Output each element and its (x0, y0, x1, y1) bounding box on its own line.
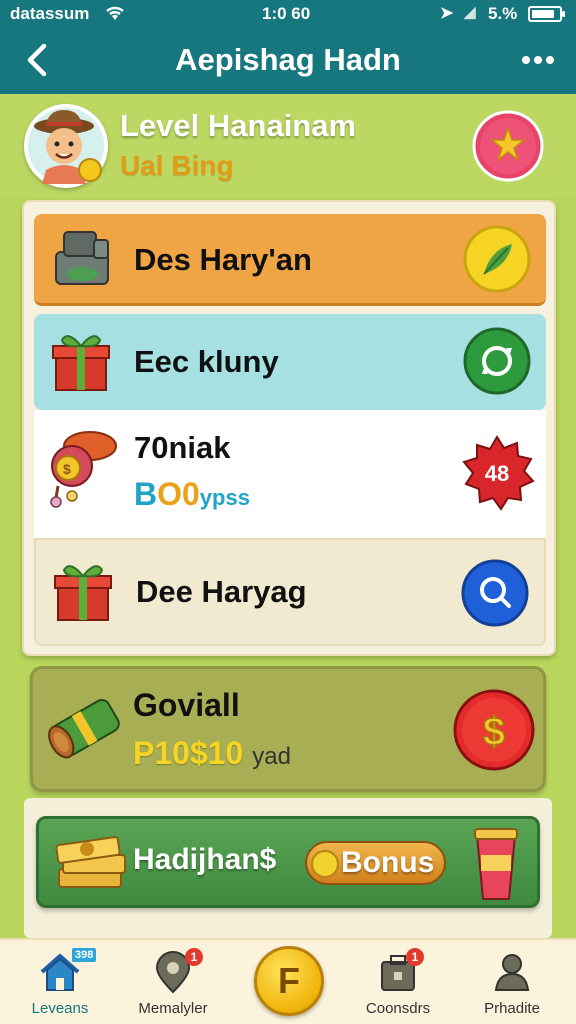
carrier-label: datassum (10, 4, 90, 23)
cash-stack-icon (53, 829, 129, 899)
cash-register-icon (48, 226, 118, 292)
tab-label: Coonsdrs (365, 1000, 431, 1017)
reward-suffix: yad (252, 743, 291, 770)
coin-icon (311, 850, 339, 878)
reward-card[interactable]: Goviall P10$10 yad $ (30, 666, 546, 792)
page-title: Aepishag Hadn (175, 42, 401, 77)
search-icon (461, 559, 529, 627)
svg-text:$: $ (63, 461, 71, 477)
level-action-button[interactable] (470, 108, 546, 184)
avatar[interactable] (24, 104, 108, 188)
row-label: Eec kluny (134, 344, 279, 379)
nav-bar: Aepishag Hadn (0, 28, 576, 94)
center-coin-button[interactable]: F (254, 946, 324, 1016)
battery-percent: 5.% (488, 4, 518, 23)
sub-letter-o: O (157, 476, 182, 512)
battery-icon (528, 6, 565, 22)
tab-label: Leveans (31, 1000, 89, 1017)
reward-value: P10$10 yad (133, 735, 291, 772)
tab-label: Prhadite (484, 1000, 540, 1017)
profile-icon (490, 950, 534, 994)
row-des-haryan[interactable]: Des Hary'an (34, 214, 546, 306)
leaf-icon (463, 225, 531, 293)
reward-amount: P10$10 (133, 735, 244, 771)
sub-suffix: ypss (199, 485, 250, 510)
more-dots-icon (522, 56, 554, 64)
gift-box-icon (48, 328, 114, 394)
explorer-avatar-icon (28, 108, 104, 184)
level-subtitle: Ual Bing (120, 150, 234, 181)
tab-leveans[interactable]: 398 Leveans (0, 940, 120, 1024)
clock: 1:0 60 (262, 4, 311, 23)
search-button[interactable] (460, 558, 530, 628)
sub-letter-b: B (134, 476, 158, 512)
row-eec-kluny[interactable]: Eec kluny (34, 314, 546, 410)
gift-box-icon (50, 558, 116, 624)
row-70niak[interactable]: $ 70niak BO0ypss 48 (34, 410, 546, 540)
row-subtitle: BO0ypss (134, 476, 250, 513)
cup-icon (471, 825, 521, 903)
reward-claim-button[interactable]: $ (451, 687, 537, 773)
coin-bag-icon: $ (46, 424, 118, 516)
level-title: Level Hanainam (120, 108, 357, 143)
status-bar: datassum 1:0 60 ➤ ◢ 5.% (0, 0, 576, 28)
tab-memalyler[interactable]: 1 Memalyler (113, 940, 233, 1024)
bonus-banner[interactable]: Hadijhan$ Bonus (36, 816, 540, 908)
svg-text:$: $ (483, 710, 505, 754)
cash-roll-icon (43, 685, 127, 769)
notification-badge: 1 (406, 948, 424, 966)
wifi-icon (104, 4, 126, 26)
row-label: Dee Haryag (136, 574, 307, 609)
more-button[interactable] (518, 42, 558, 78)
battery-fill (532, 10, 554, 18)
tab-prhadite[interactable]: Prhadite (452, 940, 572, 1024)
actions-card: Des Hary'an Eec kluny $ 70niak BO0ypss 4… (22, 200, 556, 656)
bonus-badge: Bonus (305, 841, 447, 885)
tab-coonsdrs[interactable]: 1 Coonsdrs (338, 940, 458, 1024)
reward-title: Goviall (133, 687, 240, 723)
starburst-badge-icon: 48 (462, 435, 535, 511)
tab-label: Memalyler (138, 1000, 208, 1017)
leaf-button[interactable] (462, 224, 532, 294)
notification-badge: 1 (185, 948, 203, 966)
tab-tag: 398 (72, 948, 97, 962)
bonus-badge-label: Bonus (341, 846, 435, 879)
refresh-button[interactable] (462, 326, 532, 396)
bonus-text: Hadijhan$ (133, 843, 277, 876)
refresh-icon (463, 327, 531, 395)
row-label: 70niak (134, 430, 231, 465)
dollar-badge-icon: $ (453, 689, 535, 771)
row-dee-haryag[interactable]: Dee Haryag (34, 538, 546, 646)
sale-badge[interactable]: 48 (458, 434, 536, 512)
star-burst-icon (472, 110, 544, 182)
location-icon: ➤ (440, 5, 454, 22)
sale-badge-text: 48 (485, 461, 509, 486)
sub-letter-zero: 0 (182, 476, 200, 512)
signal-icon: ◢ (464, 4, 476, 21)
row-label: Des Hary'an (134, 242, 312, 277)
